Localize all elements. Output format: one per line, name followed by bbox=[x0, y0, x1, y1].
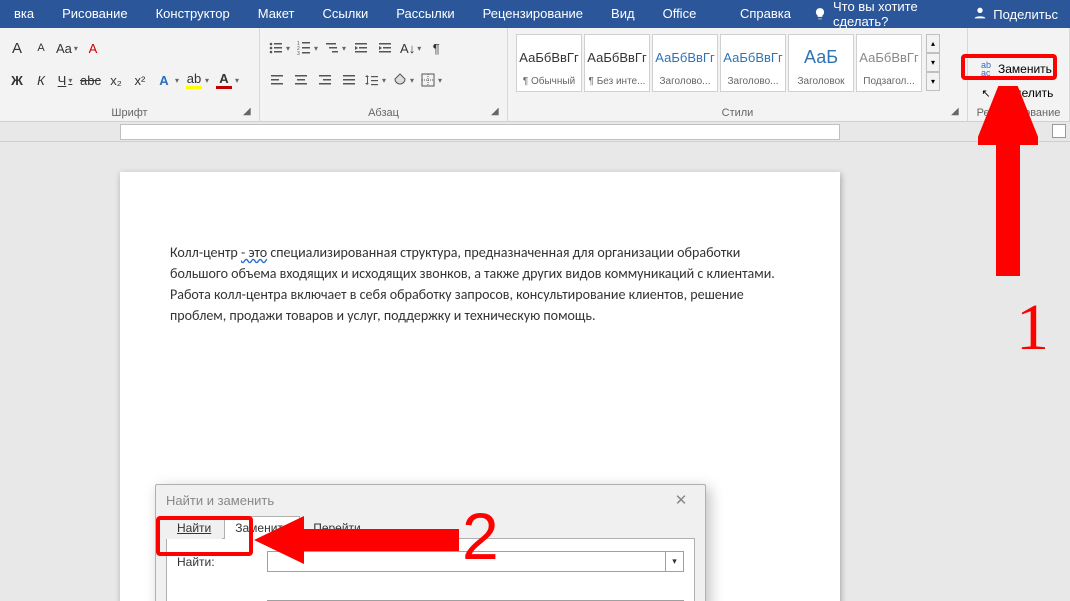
line-spacing-button[interactable] bbox=[362, 69, 388, 91]
replace-icon: abac bbox=[978, 61, 994, 77]
tab-design[interactable]: Конструктор bbox=[142, 0, 244, 28]
dialog-tabs: Найти Заменить Перейти bbox=[156, 515, 705, 538]
document-text[interactable]: Колл-центр - это специализированная стру… bbox=[120, 172, 840, 326]
styles-dialog-launcher[interactable]: ◢ bbox=[951, 106, 963, 118]
lightbulb-icon bbox=[813, 7, 827, 21]
styles-group: АаБбВвГг ¶ Обычный АаБбВвГг ¶ Без инте..… bbox=[508, 28, 968, 121]
tab-view[interactable]: Вид bbox=[597, 0, 649, 28]
styles-scroll-down[interactable]: ▾ bbox=[926, 53, 940, 72]
select-button[interactable]: ↖ Выделить bbox=[974, 82, 1063, 104]
paragraph-dialog-launcher[interactable]: ◢ bbox=[491, 106, 503, 118]
tab-draw[interactable]: Рисование bbox=[48, 0, 141, 28]
tell-me-box[interactable]: Что вы хотите сделать? bbox=[805, 0, 960, 29]
find-replace-dialog: Найти и заменить ✕ Найти Заменить Перейт… bbox=[155, 484, 706, 601]
select-icon: ↖ bbox=[978, 85, 994, 101]
tab-references[interactable]: Ссылки bbox=[309, 0, 383, 28]
document-area: Колл-центр - это специализированная стру… bbox=[0, 142, 1070, 601]
font-color-button[interactable]: A bbox=[213, 69, 241, 91]
tab-insert-partial[interactable]: вка bbox=[0, 0, 48, 28]
increase-indent-button[interactable] bbox=[374, 37, 396, 59]
justify-button[interactable] bbox=[338, 69, 360, 91]
ribbon-tabs-bar: вка Рисование Конструктор Макет Ссылки Р… bbox=[0, 0, 1070, 28]
dialog-titlebar[interactable]: Найти и заменить ✕ bbox=[156, 485, 705, 515]
find-input[interactable] bbox=[268, 552, 665, 571]
ruler-area bbox=[0, 122, 1070, 142]
paragraph-group-label: Абзац bbox=[260, 107, 507, 119]
avatar-icon bbox=[972, 5, 988, 24]
ribbon-toolbar: A A Aa A Ж К Ч abc x₂ x² A ab A Шрифт ◢ bbox=[0, 28, 1070, 122]
highlight-button[interactable]: ab bbox=[183, 69, 211, 91]
tab-review[interactable]: Рецензирование bbox=[469, 0, 597, 28]
tab-mailings[interactable]: Рассылки bbox=[382, 0, 468, 28]
styles-group-label: Стили bbox=[508, 107, 967, 119]
subscript-button[interactable]: x₂ bbox=[105, 69, 127, 91]
find-dropdown[interactable]: ▾ bbox=[665, 552, 683, 571]
replace-button[interactable]: abac Заменить bbox=[974, 58, 1063, 80]
editing-group: 🔍 Найти abac Заменить ↖ Выделить Редакти… bbox=[968, 28, 1070, 121]
align-center-button[interactable] bbox=[290, 69, 312, 91]
numbering-button[interactable]: 123 bbox=[294, 37, 320, 59]
dialog-title-text: Найти и заменить bbox=[166, 493, 274, 508]
borders-button[interactable] bbox=[418, 69, 444, 91]
dialog-tab-replace[interactable]: Заменить bbox=[224, 516, 300, 539]
font-group-label: Шрифт bbox=[0, 107, 259, 119]
text-effects-button[interactable]: A bbox=[153, 69, 181, 91]
tab-office-tab[interactable]: Office Tab bbox=[649, 0, 726, 28]
italic-button[interactable]: К bbox=[30, 69, 52, 91]
styles-scroll: ▴ ▾ ▾ bbox=[926, 34, 940, 92]
dialog-tab-goto[interactable]: Перейти bbox=[302, 516, 372, 539]
close-icon: ✕ bbox=[675, 491, 688, 509]
change-case[interactable]: Aa bbox=[54, 37, 80, 59]
dialog-body: Найти: ▾ Заменить на: ▾ bbox=[166, 538, 695, 601]
font-group: A A Aa A Ж К Ч abc x₂ x² A ab A Шрифт ◢ bbox=[0, 28, 260, 121]
styles-scroll-up[interactable]: ▴ bbox=[926, 34, 940, 53]
bullets-button[interactable] bbox=[266, 37, 292, 59]
decrease-indent-button[interactable] bbox=[350, 37, 372, 59]
styles-expand[interactable]: ▾ bbox=[926, 72, 940, 91]
font-size-grow[interactable]: A bbox=[6, 37, 28, 59]
find-combo: ▾ bbox=[267, 551, 684, 572]
superscript-button[interactable]: x² bbox=[129, 69, 151, 91]
sort-button[interactable]: A↓ bbox=[398, 37, 423, 59]
shading-button[interactable] bbox=[390, 69, 416, 91]
editing-group-label: Редактирование bbox=[968, 107, 1069, 119]
bold-button[interactable]: Ж bbox=[6, 69, 28, 91]
dialog-tab-find[interactable]: Найти bbox=[166, 516, 222, 539]
share-button[interactable]: Поделитьс bbox=[960, 5, 1070, 24]
multilevel-list-button[interactable] bbox=[322, 37, 348, 59]
style-normal[interactable]: АаБбВвГг ¶ Обычный bbox=[516, 34, 582, 92]
tell-me-label: Что вы хотите сделать? bbox=[833, 0, 952, 29]
align-left-button[interactable] bbox=[266, 69, 288, 91]
strikethrough-button[interactable]: abc bbox=[78, 69, 103, 91]
tab-layout[interactable]: Макет bbox=[244, 0, 309, 28]
font-dialog-launcher[interactable]: ◢ bbox=[243, 106, 255, 118]
show-marks-button[interactable]: ¶ bbox=[425, 37, 447, 59]
style-no-spacing[interactable]: АаБбВвГг ¶ Без инте... bbox=[584, 34, 650, 92]
style-heading1[interactable]: АаБбВвГг Заголово... bbox=[652, 34, 718, 92]
svg-text:3: 3 bbox=[297, 51, 300, 56]
share-label: Поделитьс bbox=[993, 7, 1058, 22]
font-size-shrink[interactable]: A bbox=[30, 37, 52, 59]
dialog-close-button[interactable]: ✕ bbox=[667, 489, 695, 511]
align-right-button[interactable] bbox=[314, 69, 336, 91]
clear-formatting[interactable]: A bbox=[82, 37, 104, 59]
underline-button[interactable]: Ч bbox=[54, 69, 76, 91]
tab-help[interactable]: Справка bbox=[726, 0, 805, 28]
style-subtitle[interactable]: АаБбВвГг Подзагол... bbox=[856, 34, 922, 92]
style-heading2[interactable]: АаБбВвГг Заголово... bbox=[720, 34, 786, 92]
ruler-toggle[interactable] bbox=[1052, 124, 1066, 138]
find-label: Найти: bbox=[177, 555, 267, 569]
horizontal-ruler[interactable] bbox=[120, 124, 840, 140]
paragraph-group: 123 A↓ ¶ bbox=[260, 28, 508, 121]
style-title[interactable]: АаБ Заголовок bbox=[788, 34, 854, 92]
